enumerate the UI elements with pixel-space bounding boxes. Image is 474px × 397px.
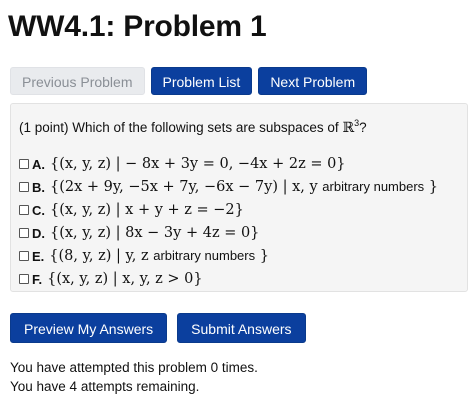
option-b-text: arbitrary numbers bbox=[322, 179, 425, 194]
option-f-checkbox[interactable] bbox=[19, 274, 29, 284]
option-b-math: {(2x + 9y, −5x + 7y, −6x − 7y) | x, y bbox=[50, 179, 318, 195]
option-d: D. {(x, y, z) | 8x − 3y + 4z = 0} bbox=[19, 223, 259, 243]
option-e-set: {(8, y, z) | y, z arbitrary numbers } bbox=[49, 248, 269, 264]
option-c-checkbox[interactable] bbox=[19, 205, 29, 215]
option-a: A. {(x, y, z) | − 8x + 3y = 0, −4x + 2z … bbox=[19, 154, 346, 174]
problem-body: (1 point) Which of the following sets ar… bbox=[10, 103, 468, 292]
option-f: F. {(x, y, z) | x, y, z > 0} bbox=[19, 269, 203, 289]
option-c: C. {(x, y, z) | x + y + z = −2} bbox=[19, 200, 244, 220]
option-b-label: B. bbox=[32, 179, 45, 195]
option-f-set: {(x, y, z) | x, y, z > 0} bbox=[47, 271, 203, 287]
option-d-label: D. bbox=[32, 225, 45, 241]
question-text: (1 point) Which of the following sets ar… bbox=[19, 118, 367, 136]
option-e-math-end: } bbox=[259, 248, 269, 264]
attempts-made-text: You have attempted this problem 0 times. bbox=[10, 360, 258, 375]
option-d-set: {(x, y, z) | 8x − 3y + 4z = 0} bbox=[50, 225, 260, 241]
option-e-text: arbitrary numbers bbox=[153, 248, 256, 263]
question-mark: ? bbox=[359, 120, 367, 135]
option-c-label: C. bbox=[32, 202, 45, 218]
option-b-math-end: } bbox=[428, 179, 439, 195]
submit-answers-button[interactable]: Submit Answers bbox=[177, 313, 306, 343]
preview-answers-button[interactable]: Preview My Answers bbox=[10, 313, 168, 343]
next-problem-button[interactable]: Next Problem bbox=[258, 67, 368, 95]
option-b-checkbox[interactable] bbox=[19, 182, 29, 192]
previous-problem-button[interactable]: Previous Problem bbox=[10, 67, 145, 95]
attempts-remaining-text: You have 4 attempts remaining. bbox=[10, 379, 200, 394]
problem-list-button[interactable]: Problem List bbox=[150, 67, 253, 95]
option-a-label: A. bbox=[32, 156, 45, 172]
question-prompt: Which of the following sets are subspace… bbox=[72, 120, 339, 135]
option-a-set: {(x, y, z) | − 8x + 3y = 0, −4x + 2z = 0… bbox=[50, 156, 346, 172]
option-e-math: {(8, y, z) | y, z bbox=[49, 248, 149, 264]
option-b: B. {(2x + 9y, −5x + 7y, −6x − 7y) | x, y… bbox=[19, 177, 438, 197]
option-e: E. {(8, y, z) | y, z arbitrary numbers } bbox=[19, 246, 269, 266]
option-b-set: {(2x + 9y, −5x + 7y, −6x − 7y) | x, y ar… bbox=[50, 179, 438, 195]
option-c-set: {(x, y, z) | x + y + z = −2} bbox=[50, 202, 244, 218]
option-e-checkbox[interactable] bbox=[19, 251, 29, 261]
page-title: WW4.1: Problem 1 bbox=[8, 10, 267, 43]
option-f-label: F. bbox=[32, 271, 43, 287]
option-d-checkbox[interactable] bbox=[19, 228, 29, 238]
points-label: (1 point) bbox=[19, 120, 69, 135]
problem-navigation: Previous Problem Problem List Next Probl… bbox=[10, 67, 368, 95]
option-a-checkbox[interactable] bbox=[19, 159, 29, 169]
answer-actions: Preview My Answers Submit Answers bbox=[10, 313, 306, 343]
real-space-symbol: ℝ bbox=[342, 120, 355, 136]
option-e-label: E. bbox=[32, 248, 45, 264]
